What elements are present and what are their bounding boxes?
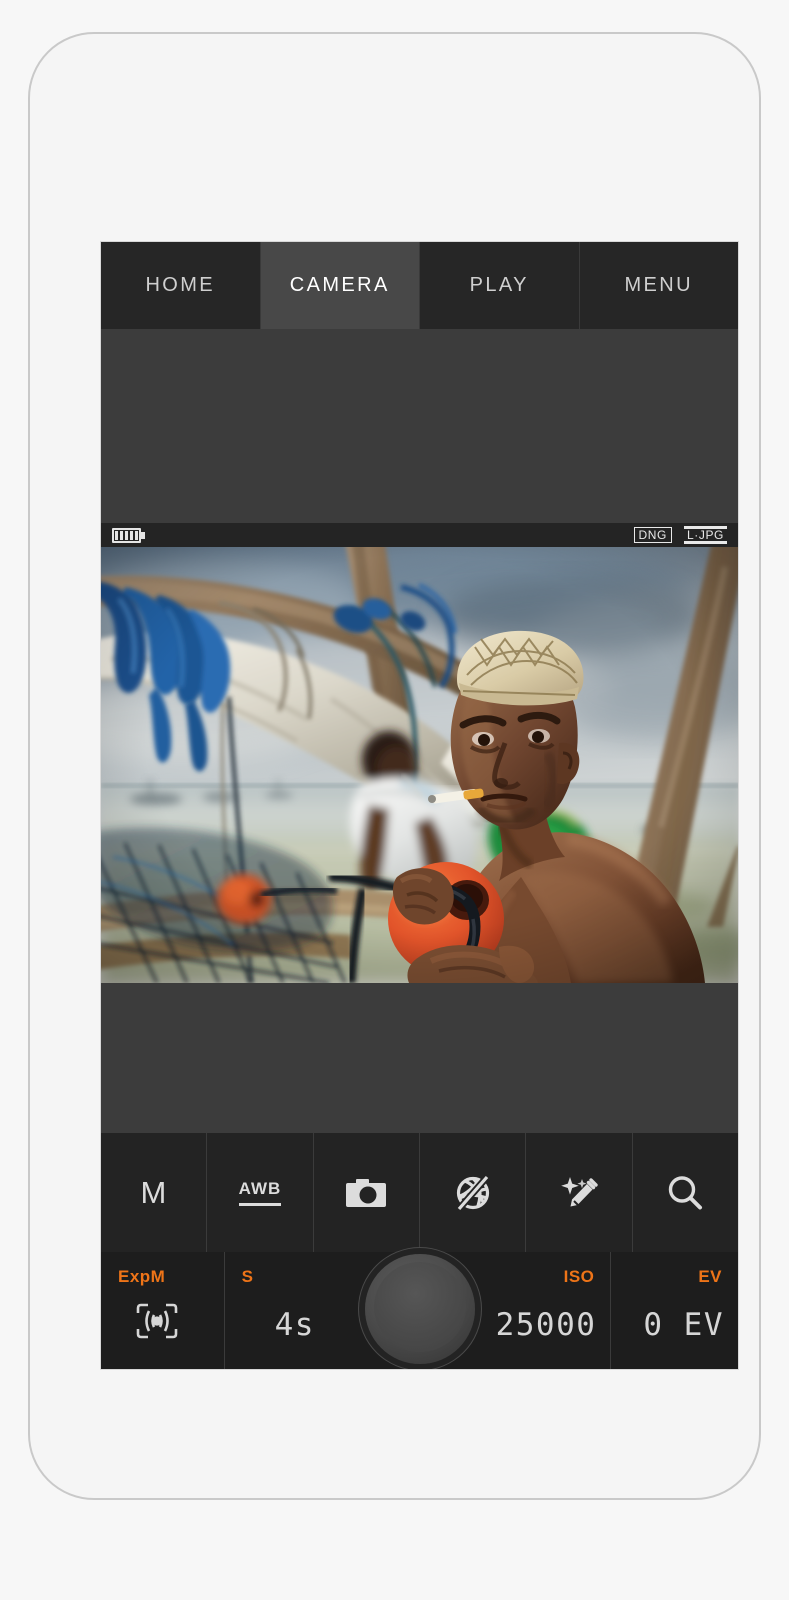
device-screen: HOME CAMERA PLAY MENU DNG L·JPG M AWB Ex…	[100, 241, 739, 1370]
tab-play[interactable]: PLAY	[420, 242, 580, 329]
letter-m-icon: M	[140, 1174, 167, 1210]
tab-home-label: HOME	[145, 274, 216, 296]
magnifier-icon	[665, 1173, 705, 1213]
battery-icon	[112, 527, 146, 543]
param-shutter-value: 4s	[274, 1307, 315, 1343]
top-tab-bar: HOME CAMERA PLAY MENU	[101, 242, 738, 329]
tab-home[interactable]: HOME	[101, 242, 261, 329]
camera-tool-bar: M AWB	[101, 1133, 738, 1252]
format-badge-jpg[interactable]: L·JPG	[683, 526, 727, 544]
awb-icon: AWB	[238, 1179, 282, 1206]
tool-exposure-mode[interactable]: M	[101, 1133, 208, 1252]
tool-zoom[interactable]	[633, 1133, 738, 1252]
magic-eyedropper-icon	[559, 1173, 599, 1213]
phone-frame: HOME CAMERA PLAY MENU DNG L·JPG M AWB Ex…	[28, 32, 761, 1500]
format-badge-jpg-label: L·JPG	[686, 527, 724, 542]
tab-play-label: PLAY	[469, 274, 529, 296]
format-badge-dng-label: DNG	[638, 528, 667, 542]
status-strip: DNG L·JPG	[101, 523, 738, 547]
tab-menu[interactable]: MENU	[579, 242, 738, 329]
tool-flash-off[interactable]	[420, 1133, 527, 1252]
param-ev-tag: EV	[698, 1267, 722, 1286]
preview-letterbox-bottom	[101, 983, 738, 1133]
format-badge-dng[interactable]: DNG	[633, 527, 672, 543]
param-shutter-tag: S	[241, 1267, 254, 1286]
tab-camera[interactable]: CAMERA	[260, 242, 420, 329]
flash-off-icon	[453, 1173, 493, 1213]
param-exposure-compensation[interactable]: EV 0 EV	[611, 1252, 738, 1369]
preview-letterbox-top	[101, 329, 738, 523]
format-badges: DNG L·JPG	[633, 526, 727, 544]
param-iso-value: 25000	[495, 1307, 597, 1343]
single-shot-icon	[345, 1178, 387, 1208]
tab-camera-label: CAMERA	[289, 274, 390, 296]
param-exposure-mode-tag: ExpM	[118, 1267, 166, 1286]
spot-metering-icon	[134, 1302, 180, 1345]
param-iso-tag: ISO	[563, 1267, 595, 1286]
tab-menu-label: MENU	[624, 274, 693, 296]
param-ev-value: 0 EV	[643, 1307, 724, 1343]
tool-auto-enhance[interactable]	[526, 1133, 633, 1252]
shutter-release-button[interactable]	[365, 1254, 475, 1364]
tool-drive-mode[interactable]	[314, 1133, 420, 1252]
tool-white-balance[interactable]: AWB	[207, 1133, 314, 1252]
param-exposure-mode[interactable]: ExpM	[101, 1252, 225, 1369]
photo-canvas	[101, 547, 738, 983]
photo-preview[interactable]	[101, 547, 738, 983]
